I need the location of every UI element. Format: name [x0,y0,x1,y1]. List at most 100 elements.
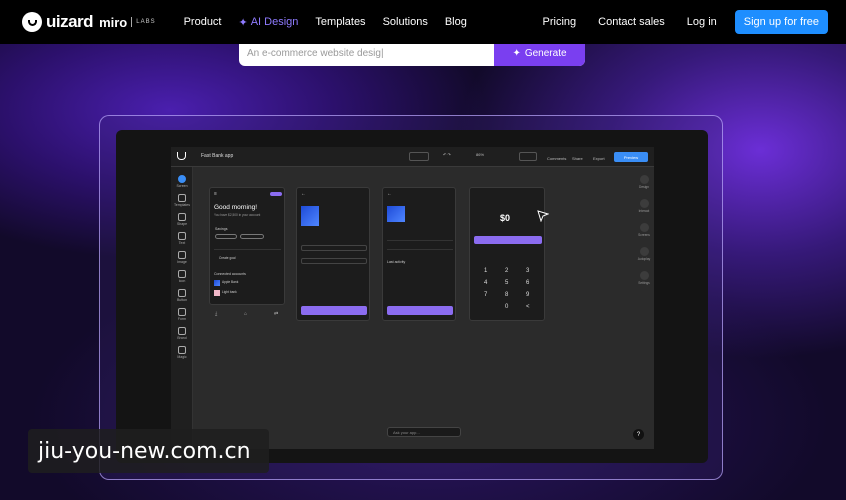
screen-keypad[interactable]: $0 1 2 3 4 5 6 7 8 9 0 < [469,187,545,321]
project-title: Fast Bank app [201,153,234,159]
uizard-logo[interactable]: uizard miro LABS [22,12,156,32]
sidebar-item-brand[interactable]: Brand [173,327,191,340]
nav-ai-design-label: AI Design [250,16,299,28]
preview-button[interactable]: Preview [614,152,648,162]
brand-icon [178,327,186,335]
rightbar-screens[interactable]: Screens [635,223,653,237]
nav-templates[interactable]: Templates [315,16,365,28]
greeting: Good morning! [214,204,257,211]
badge [270,192,282,196]
sidebar-item-image[interactable]: Image [173,251,191,264]
magic-icon [178,346,186,354]
screen-goal[interactable]: ← [296,187,370,321]
pen-icon [639,175,649,184]
field-2[interactable] [301,258,367,264]
ask-input[interactable]: Ask your app... [387,427,461,437]
image-icon [178,251,186,259]
key-0[interactable]: 0 [505,304,508,310]
nav-contact-sales[interactable]: Contact sales [598,16,665,28]
prompt-input[interactable] [239,47,494,59]
help-button[interactable]: ? [633,429,644,440]
page: uizard miro LABS Product ✦ AI Design Temp… [0,0,846,500]
sidebar-label: Magic [177,355,187,359]
transfer-icon[interactable]: ⇄ [274,311,278,317]
back-icon[interactable]: ← [301,191,306,197]
sidebar-item-icon[interactable]: Icon [173,270,191,283]
generate-label: Generate [524,47,567,59]
amount-button[interactable] [474,236,542,244]
editor-rightbar: Design Interact Screens Autoplay Setting… [634,167,654,449]
rightbar-design[interactable]: Design [635,175,653,189]
send-button[interactable] [387,306,453,315]
comments-button[interactable]: Comments [547,156,566,161]
balance-sub: You have $2,500 in your account [214,213,261,217]
gear-icon [639,271,649,280]
chip-2[interactable] [240,234,264,239]
nav-blog[interactable]: Blog [445,16,467,28]
amount-display: $0 [500,213,511,223]
templates-icon [178,194,186,202]
signup-button[interactable]: Sign up for free [734,10,828,34]
create-goal[interactable]: Create goal [219,256,235,260]
undo-icon[interactable]: ↶ ↷ [443,152,451,157]
rightbar-label: Interact [638,209,650,213]
sidebar-item-magic[interactable]: Magic [173,346,191,359]
field-1[interactable] [301,245,367,251]
nav-ai-design[interactable]: ✦ AI Design [239,16,299,29]
cursor-icon [537,210,549,222]
sidebar-label: Image [177,260,187,264]
key-1[interactable]: 1 [484,268,487,274]
sidebar-item-shape[interactable]: Shape [173,213,191,226]
back-icon[interactable]: ← [387,191,392,197]
account-2[interactable]: Light bank [222,290,237,294]
sidebar-item-button[interactable]: Button [173,289,191,302]
device-toggle[interactable] [409,152,429,161]
account-1[interactable]: Apple Bank [222,280,238,284]
key-9[interactable]: 9 [526,292,529,298]
savings-label: Savings [215,227,228,231]
rightbar-interact[interactable]: Interact [635,199,653,213]
nav-product[interactable]: Product [184,16,222,28]
nav-pricing[interactable]: Pricing [543,16,577,28]
sidebar-label: Form [177,317,187,321]
rightbar-settings[interactable]: Settings [635,271,653,285]
zoom-level[interactable]: 86% [476,152,484,157]
row-2 [387,245,453,250]
nav-login[interactable]: Log in [687,16,717,28]
key-2[interactable]: 2 [505,268,508,274]
key-8[interactable]: 8 [505,292,508,298]
nav-right: Pricing Contact sales Log in Sign up for… [521,10,828,34]
key-backspace[interactable]: < [526,304,530,310]
sidebar-item-screen[interactable]: Screen [173,175,191,188]
screen-transfer[interactable]: ← Last activity [382,187,456,321]
nav-solutions[interactable]: Solutions [383,16,428,28]
key-5[interactable]: 5 [505,280,508,286]
continue-button[interactable] [301,306,367,315]
uizard-logo-icon [22,12,42,32]
home-icon[interactable]: ⌂ [244,311,247,317]
rightbar-label: Settings [638,281,650,285]
play-icon [639,247,649,256]
key-7[interactable]: 7 [484,292,487,298]
screen-home[interactable]: ≡ Good morning! You have $2,500 in your … [209,187,285,305]
sidebar-item-form[interactable]: Form [173,308,191,321]
connected-accounts: Connected accounts [214,272,246,276]
rightbar-autoplay[interactable]: Autoplay [635,247,653,261]
players-toggle[interactable] [519,152,537,161]
key-6[interactable]: 6 [526,280,529,286]
chip-1[interactable] [215,234,237,239]
nav-links: Product ✦ AI Design Templates Solutions B… [184,16,484,29]
account-1-icon [214,280,220,286]
last-activity: Last activity [387,260,406,264]
sidebar-item-text[interactable]: Text [173,232,191,245]
sidebar-item-templates[interactable]: Templates [173,194,191,207]
export-button[interactable]: Export [593,156,605,161]
top-nav: uizard miro LABS Product ✦ AI Design Temp… [0,0,846,44]
sidebar-label: Screen [176,184,188,188]
share-button[interactable]: Share [572,156,583,161]
key-4[interactable]: 4 [484,280,487,286]
key-3[interactable]: 3 [526,268,529,274]
shape-icon [178,213,186,221]
download-icon[interactable]: ⤓ [215,311,217,317]
menu-icon: ≡ [214,191,217,197]
